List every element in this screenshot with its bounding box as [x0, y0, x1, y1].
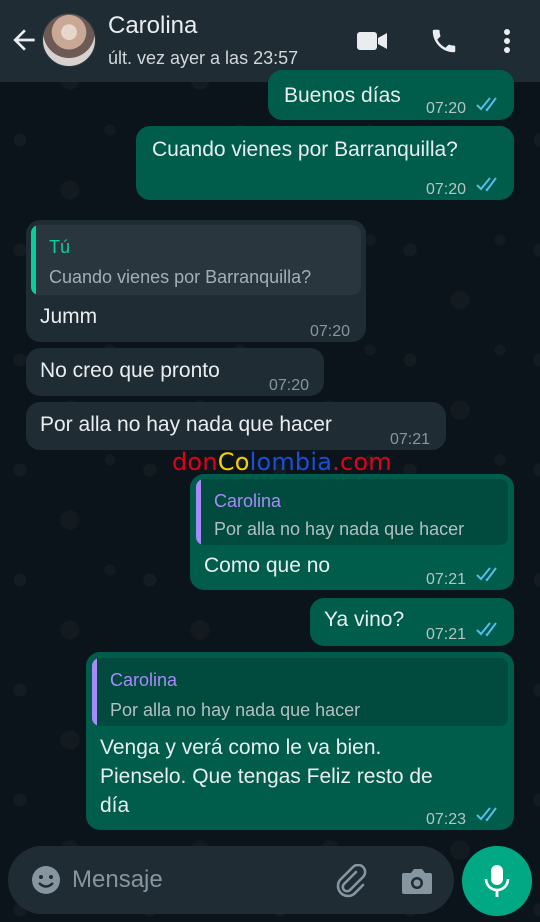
quote-author: Tú [49, 237, 71, 257]
quoted-message[interactable]: Tú Cuando vienes por Barranquilla? [31, 225, 361, 295]
emoji-icon[interactable] [30, 864, 62, 896]
quote-accent-bar [196, 479, 201, 545]
phone-icon[interactable] [428, 26, 460, 56]
message-time: 07:23 [426, 811, 467, 828]
arrow-left-icon[interactable] [8, 24, 40, 56]
message-time: 07:20 [426, 181, 467, 198]
message-bubble-outgoing[interactable]: Buenos días 07:20 [268, 70, 514, 120]
paperclip-icon[interactable] [334, 864, 368, 898]
more-vert-icon[interactable] [496, 26, 518, 56]
double-check-icon [476, 567, 497, 582]
message-time: 07:21 [426, 571, 467, 588]
watermark-part: Co [217, 448, 250, 476]
message-bubble-outgoing[interactable]: Carolina Por alla no hay nada que hacer … [190, 474, 514, 590]
message-bubble-outgoing[interactable]: Ya vino? 07:21 [310, 598, 514, 646]
quote-accent-bar [31, 225, 36, 295]
message-text: Ya vino? [324, 608, 405, 631]
contact-name[interactable]: Carolina [108, 12, 197, 40]
message-composer [8, 846, 454, 914]
message-text: Como que no [204, 554, 331, 577]
message-text-line: Pienselo. Que tengas Feliz resto de [100, 765, 433, 788]
quote-text: Por alla no hay nada que hacer [110, 700, 361, 720]
quoted-message[interactable]: Carolina Por alla no hay nada que hacer [92, 658, 508, 726]
message-time: 07:20 [269, 377, 310, 394]
quote-author: Carolina [214, 491, 282, 511]
quoted-message[interactable]: Carolina Por alla no hay nada que hacer [196, 479, 508, 545]
microphone-icon [484, 865, 510, 897]
message-bubble-incoming[interactable]: No creo que pronto 07:20 [26, 348, 324, 396]
double-check-icon [476, 177, 497, 192]
double-check-icon [476, 807, 497, 822]
double-check-icon [476, 97, 497, 112]
camera-icon[interactable] [400, 866, 434, 896]
message-text: Jumm [40, 305, 98, 328]
message-bubble-outgoing[interactable]: Cuando vienes por Barranquilla? 07:20 [136, 126, 514, 200]
message-time: 07:20 [310, 323, 351, 340]
avatar[interactable] [42, 13, 96, 67]
message-bubble-incoming[interactable]: Tú Cuando vienes por Barranquilla? Jumm … [26, 220, 366, 342]
message-time: 07:21 [390, 431, 431, 448]
quote-text: Cuando vienes por Barranquilla? [49, 267, 312, 287]
message-text: No creo que pronto [40, 359, 220, 382]
message-time: 07:21 [426, 626, 467, 643]
quote-text: Por alla no hay nada que hacer [214, 519, 465, 539]
video-camera-icon[interactable] [356, 26, 388, 56]
watermark-part: .com [332, 448, 392, 476]
message-text-line: Venga y verá como le va bien. [100, 736, 382, 759]
message-bubble-outgoing[interactable]: Carolina Por alla no hay nada que hacer … [86, 652, 514, 830]
message-text: Por alla no hay nada que hacer [40, 413, 332, 436]
watermark-part: don [172, 448, 218, 476]
message-text-line: día [100, 794, 130, 817]
message-text: Cuando vienes por Barranquilla? [152, 138, 458, 161]
quote-author: Carolina [110, 670, 178, 690]
watermark-part: lombia [249, 448, 333, 476]
mic-button[interactable] [462, 846, 532, 916]
message-text: Buenos días [284, 84, 401, 107]
message-time: 07:20 [426, 100, 467, 117]
message-bubble-incoming[interactable]: Por alla no hay nada que hacer 07:21 [26, 402, 446, 450]
double-check-icon [476, 622, 497, 637]
last-seen-status: últ. vez ayer a las 23:57 [108, 48, 299, 68]
quote-accent-bar [92, 658, 97, 726]
message-input[interactable] [72, 860, 322, 900]
watermark-text: donColombia.com [172, 448, 392, 476]
